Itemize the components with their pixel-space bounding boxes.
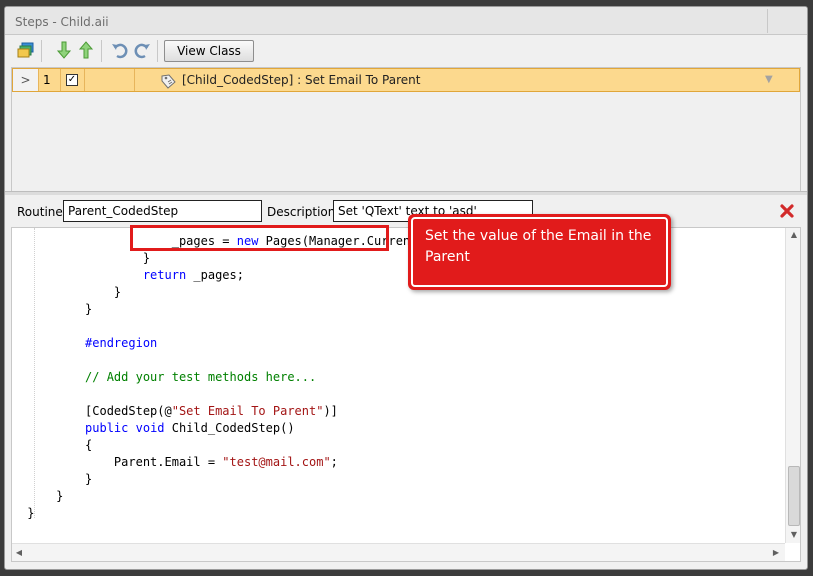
scroll-up-icon[interactable]: ▲: [786, 228, 800, 242]
scroll-right-icon[interactable]: ▶: [769, 544, 783, 561]
vertical-scrollbar[interactable]: ▲ ▼: [785, 228, 800, 543]
step-enabled-checkbox[interactable]: ✓: [66, 74, 78, 86]
layers-icon[interactable]: [15, 39, 37, 61]
horizontal-scrollbar[interactable]: ◀ ▶: [12, 543, 785, 561]
code-line: return _pages;: [142, 268, 244, 282]
title-bar: Steps - Child.aii: [5, 7, 807, 35]
window-title: Steps - Child.aii: [15, 15, 109, 29]
steps-window: Steps - Child.aii View Class > 1 ✓ [Chil…: [4, 6, 808, 570]
coded-step-icon: [160, 73, 176, 89]
routine-bar: Routine Parent_CodedStep Description Set…: [5, 197, 807, 227]
row-indicator[interactable]: >: [13, 69, 39, 91]
delete-x-icon[interactable]: [779, 203, 795, 219]
scroll-thumb[interactable]: [788, 466, 800, 526]
highlight-box: [130, 225, 389, 251]
steps-grid: > 1 ✓ [Child_CodedStep] : Set Email To P…: [11, 67, 801, 192]
move-down-icon[interactable]: [53, 39, 75, 61]
move-up-icon[interactable]: [75, 39, 97, 61]
code-line: }: [85, 302, 93, 316]
annotation-callout: Set the value of the Email in the Parent: [408, 214, 671, 290]
step-empty-cell: [85, 69, 135, 91]
code-line: }: [27, 506, 35, 520]
code-line: }: [113, 285, 122, 299]
toolbar-divider: [41, 40, 42, 62]
step-enabled-cell: ✓: [61, 69, 85, 91]
chevron-down-icon[interactable]: ▼: [765, 69, 773, 91]
code-line: }: [142, 251, 151, 265]
description-label: Description: [267, 205, 336, 219]
code-line: // Add your test methods here...: [85, 370, 317, 384]
undo-icon[interactable]: [109, 39, 131, 61]
code-line: [CodedStep(@"Set Email To Parent")]: [85, 404, 338, 418]
scroll-left-icon[interactable]: ◀: [12, 544, 26, 561]
routine-label: Routine: [17, 205, 63, 219]
routine-field[interactable]: Parent_CodedStep: [63, 200, 262, 222]
code-line: {: [85, 438, 93, 452]
toolbar-divider: [157, 40, 158, 62]
toolbar: View Class: [11, 37, 801, 65]
pane-splitter[interactable]: [5, 191, 807, 195]
callout-text: Set the value of the Email in the Parent: [411, 217, 668, 287]
code-line: }: [56, 489, 64, 503]
code-line: public void Child_CodedStep(): [85, 421, 295, 435]
toolbar-divider: [101, 40, 102, 62]
step-row[interactable]: > 1 ✓ [Child_CodedStep] : Set Email To P…: [12, 68, 800, 92]
code-line: }: [85, 472, 93, 486]
view-class-button[interactable]: View Class: [164, 40, 254, 62]
step-number: 1: [39, 69, 61, 91]
scroll-down-icon[interactable]: ▼: [786, 528, 800, 542]
code-line: #endregion: [85, 336, 158, 350]
redo-icon[interactable]: [131, 39, 153, 61]
title-separator: [767, 9, 768, 33]
code-line: Parent.Email = "test@mail.com";: [113, 455, 338, 469]
code-editor[interactable]: _pages = new Pages(Manager.Current); } r…: [11, 227, 801, 562]
step-description: [Child_CodedStep] : Set Email To Parent: [182, 73, 421, 87]
